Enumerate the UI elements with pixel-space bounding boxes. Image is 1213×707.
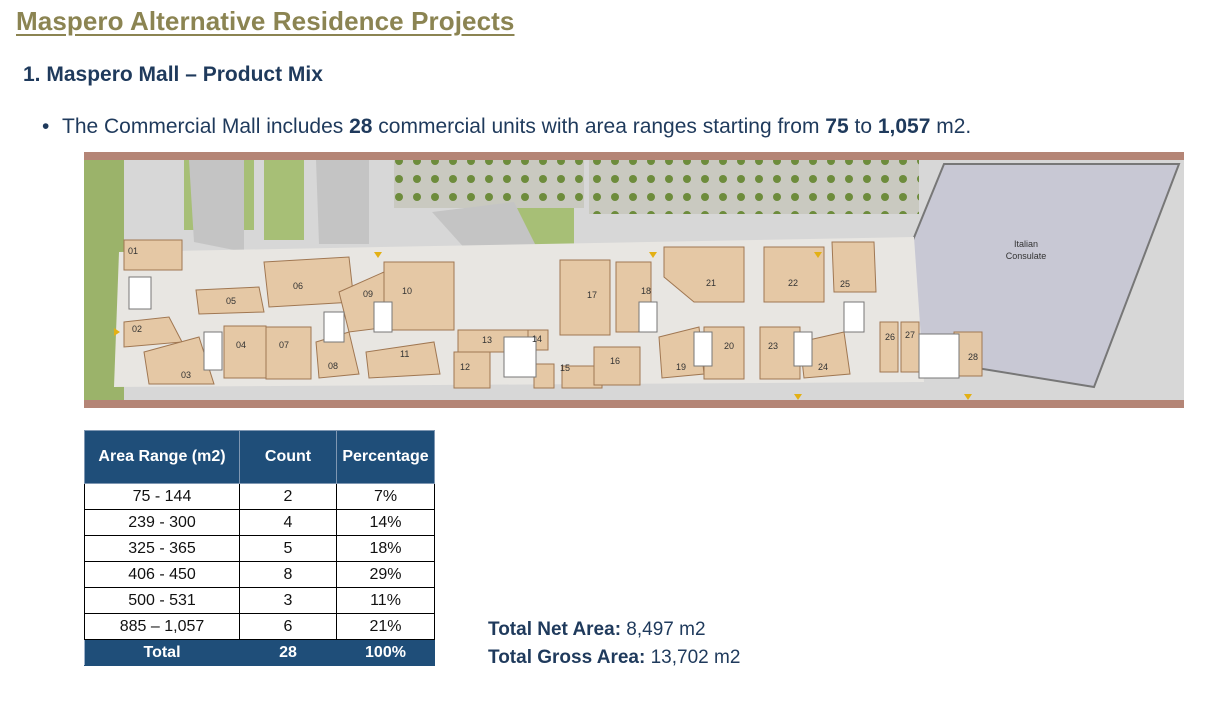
unit-label: 20 — [724, 341, 734, 351]
table-cell: 6 — [239, 613, 337, 640]
column-header: Percentage — [336, 430, 435, 484]
unit-label: 25 — [840, 279, 850, 289]
unit-label: 06 — [293, 281, 303, 291]
unit-label: 05 — [226, 296, 236, 306]
table-cell: 2 — [239, 483, 337, 510]
page-title: Maspero Alternative Residence Projects — [16, 6, 515, 36]
bullet-text-post: m2. — [930, 115, 972, 138]
summary-bullet: • The Commercial Mall includes 28 commerc… — [42, 115, 971, 139]
unit-label: 03 — [181, 370, 191, 380]
unit-label: 16 — [610, 356, 620, 366]
unit-label: 04 — [236, 340, 246, 350]
unit-label: 12 — [460, 362, 470, 372]
unit-label: 15 — [560, 363, 570, 373]
unit-label: 02 — [132, 324, 142, 334]
table-cell: 4 — [239, 509, 337, 536]
area-range-table: Area Range (m2) Count Percentage 75 - 14… — [84, 430, 435, 666]
unit-label: 18 — [641, 286, 651, 296]
table-row: 325 - 365 5 18% — [84, 535, 435, 562]
unit-label: 08 — [328, 361, 338, 371]
table-cell: 18% — [336, 535, 435, 562]
bullet-dot-icon: • — [42, 115, 50, 138]
area-totals: Total Net Area: 8,497 m2 Total Gross Are… — [488, 616, 740, 672]
unit-label: 14 — [532, 334, 542, 344]
section-heading: 1. Maspero Mall – Product Mix — [23, 63, 323, 86]
bullet-min-area: 75 — [825, 115, 849, 138]
total-gross-area: Total Gross Area: 13,702 m2 — [488, 644, 740, 672]
table-header-row: Area Range (m2) Count Percentage — [84, 430, 435, 484]
unit-label: 17 — [587, 290, 597, 300]
unit-label: 22 — [788, 278, 798, 288]
unit-label: 09 — [363, 289, 373, 299]
table-cell: Total — [84, 639, 240, 666]
unit-label: 13 — [482, 335, 492, 345]
column-header: Count — [239, 430, 337, 484]
mall-site-plan: 01 02 03 04 05 06 07 08 09 10 11 12 13 1… — [84, 152, 1184, 408]
bullet-text-mid: commercial units with area ranges starti… — [372, 115, 826, 138]
unit-label: 19 — [676, 362, 686, 372]
bullet-units: 28 — [349, 115, 373, 138]
table-cell: 28 — [239, 639, 337, 666]
bullet-text-pre: The Commercial Mall includes — [62, 115, 350, 138]
table-row: 239 - 300 4 14% — [84, 509, 435, 536]
table-cell: 5 — [239, 535, 337, 562]
table-cell: 500 - 531 — [84, 587, 240, 614]
table-cell: 325 - 365 — [84, 535, 240, 562]
unit-label: 28 — [968, 352, 978, 362]
consulate-label-line1: Italian — [1014, 239, 1038, 249]
table-cell: 100% — [336, 639, 435, 666]
table-cell: 7% — [336, 483, 435, 510]
unit-label: 21 — [706, 278, 716, 288]
bullet-text-to: to — [848, 115, 878, 138]
table-total-row: Total 28 100% — [84, 639, 435, 666]
unit-label: 11 — [400, 349, 409, 359]
total-net-area-label: Total Net Area: — [488, 619, 622, 640]
bullet-max-area: 1,057 — [877, 115, 931, 138]
table-cell: 14% — [336, 509, 435, 536]
unit-label: 10 — [402, 286, 412, 296]
unit-label: 24 — [818, 362, 828, 372]
unit-label: 23 — [768, 341, 778, 351]
table-row: 75 - 144 2 7% — [84, 483, 435, 510]
unit-label: 26 — [885, 332, 895, 342]
table-row: 500 - 531 3 11% — [84, 587, 435, 614]
total-net-area: Total Net Area: 8,497 m2 — [488, 616, 740, 644]
column-header: Area Range (m2) — [84, 430, 240, 484]
table-row: 406 - 450 8 29% — [84, 561, 435, 588]
table-row: 885 – 1,057 6 21% — [84, 613, 435, 640]
table-cell: 29% — [336, 561, 435, 588]
total-net-area-value: 8,497 m2 — [621, 619, 706, 640]
table-cell: 885 – 1,057 — [84, 613, 240, 640]
table-cell: 8 — [239, 561, 337, 588]
table-cell: 239 - 300 — [84, 509, 240, 536]
total-gross-area-value: 13,702 m2 — [645, 647, 741, 668]
total-gross-area-label: Total Gross Area: — [488, 647, 646, 668]
unit-label: 01 — [128, 246, 138, 256]
table-cell: 406 - 450 — [84, 561, 240, 588]
unit-label: 27 — [905, 330, 915, 340]
consulate-label-line2: Consulate — [1006, 251, 1047, 261]
table-cell: 75 - 144 — [84, 483, 240, 510]
table-cell: 11% — [336, 587, 435, 614]
unit-label: 07 — [279, 340, 289, 350]
table-cell: 3 — [239, 587, 337, 614]
table-cell: 21% — [336, 613, 435, 640]
